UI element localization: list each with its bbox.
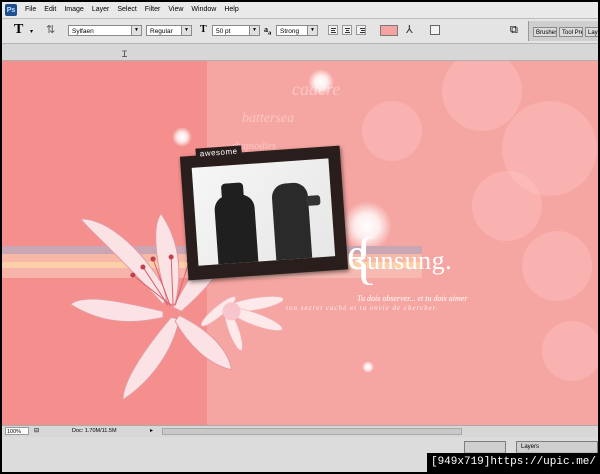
- menu-view[interactable]: View: [164, 2, 187, 18]
- menu-select[interactable]: Select: [113, 2, 140, 18]
- hand-silhouette: [305, 195, 321, 207]
- menu-file[interactable]: File: [21, 2, 40, 18]
- hat-silhouette: [220, 182, 244, 198]
- layers-panel-title: Layers: [517, 442, 597, 452]
- menu-image[interactable]: Image: [60, 2, 87, 18]
- text-cursor-icon: Ɪ: [122, 49, 128, 59]
- zoom-field[interactable]: 100%: [5, 427, 29, 435]
- align-right-button[interactable]: [356, 25, 366, 35]
- font-size-value: 50 pt: [216, 28, 231, 35]
- text-orientation-icon[interactable]: ⇅: [46, 23, 55, 36]
- text-color-swatch[interactable]: [380, 25, 398, 36]
- antialias-value: Strong: [280, 28, 300, 35]
- frame-tag-label: awesome: [195, 145, 242, 160]
- status-menu-icon[interactable]: ⊟: [34, 426, 39, 437]
- chevron-down-icon: ▼: [307, 26, 317, 35]
- image-watermark: [949x719]https://upic.me/: [426, 453, 600, 472]
- options-bar: T ▾ ⇅ Sylfaen ▼ Regular ▼ T 50 pt ▼ aa S…: [2, 19, 598, 44]
- type-tool-icon[interactable]: T: [14, 22, 23, 38]
- tool-presets-tab[interactable]: Tool Pre: [559, 27, 583, 37]
- warp-text-icon[interactable]: ⅄: [406, 23, 413, 36]
- menu-filter[interactable]: Filter: [141, 2, 165, 18]
- band-photo: [191, 158, 336, 266]
- headline-rest: unsung.: [367, 246, 453, 275]
- font-style-select[interactable]: Regular ▼: [146, 25, 192, 36]
- document-canvas[interactable]: cadere battersea rhapsodies: [2, 61, 598, 425]
- status-arrow-icon[interactable]: ▸: [150, 426, 153, 437]
- align-left-button[interactable]: [328, 25, 338, 35]
- font-family-value: Sylfaen: [72, 28, 94, 35]
- tagline-secondary-text: ton secret caché et ta envie de chercher…: [286, 304, 439, 312]
- brushes-tab[interactable]: Brushes: [533, 27, 557, 37]
- menu-help[interactable]: Help: [220, 2, 242, 18]
- person-silhouette: [271, 181, 313, 263]
- palette-well: Brushes Tool Pre Layer: [528, 21, 598, 41]
- document-size-info: Doc: 1.70M/11.5M: [72, 428, 117, 434]
- align-center-button[interactable]: [342, 25, 352, 35]
- tagline-text: Tu dois observer... et tu dois aimer: [357, 294, 468, 303]
- character-panel-toggle-icon[interactable]: [430, 25, 440, 35]
- font-family-select[interactable]: Sylfaen ▼: [68, 25, 142, 36]
- font-style-value: Regular: [150, 28, 173, 35]
- panel-titlebar: [465, 442, 505, 452]
- chevron-down-icon: ▼: [249, 26, 259, 35]
- photo-frame: awesome: [179, 145, 349, 281]
- antialias-select[interactable]: Strong ▼: [276, 25, 318, 36]
- layer-comps-tab[interactable]: Layer: [585, 27, 598, 37]
- headline-initial: e: [347, 230, 368, 279]
- menu-bar: Ps File Edit Image Layer Select Filter V…: [2, 2, 598, 19]
- menu-edit[interactable]: Edit: [40, 2, 60, 18]
- font-size-icon: T: [200, 24, 207, 35]
- antialias-icon: aa: [264, 25, 271, 37]
- menu-layer[interactable]: Layer: [88, 2, 114, 18]
- chevron-down-icon: ▼: [131, 26, 141, 35]
- chevron-down-icon: ▼: [181, 26, 191, 35]
- headline-text: eunsung.: [347, 229, 452, 280]
- status-bar: 100% ⊟ Doc: 1.70M/11.5M ▸: [2, 425, 598, 437]
- person-silhouette: [213, 193, 259, 266]
- ruler-row: Ɪ: [2, 44, 598, 61]
- menu-window[interactable]: Window: [187, 2, 220, 18]
- photoshop-window: Ps File Edit Image Layer Select Filter V…: [2, 2, 598, 472]
- horizontal-scrollbar[interactable]: [162, 428, 462, 435]
- font-size-select[interactable]: 50 pt ▼: [212, 25, 260, 36]
- palette-well-icon[interactable]: ⧉: [510, 24, 518, 37]
- antialias-icon-subscript: a: [268, 29, 272, 37]
- tool-preset-caret-icon[interactable]: ▾: [30, 28, 33, 35]
- photoshop-logo-icon[interactable]: Ps: [5, 4, 17, 16]
